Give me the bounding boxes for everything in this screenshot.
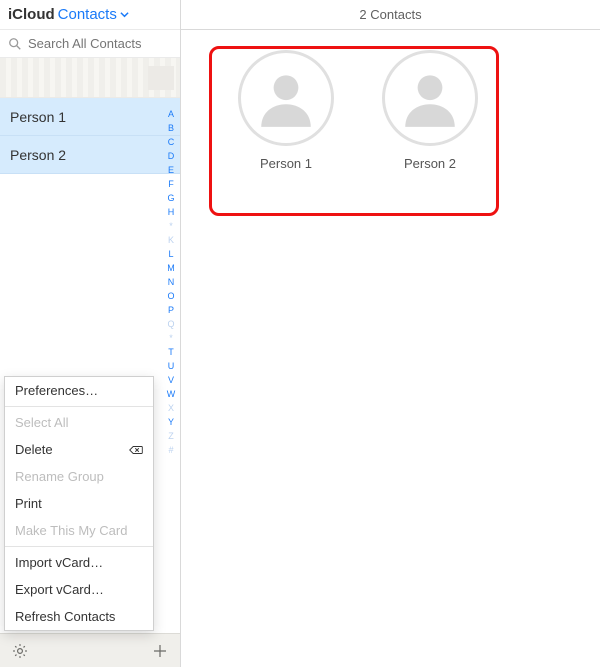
alpha-index-letter[interactable]: Y <box>168 416 174 428</box>
alpha-index[interactable]: ABCDEFGH * KLMNOPQ * TUVWXYZ # <box>164 108 178 456</box>
menu-label: Preferences… <box>15 383 98 398</box>
alpha-index-letter[interactable]: N <box>168 276 175 288</box>
alpha-index-letter[interactable]: V <box>168 374 174 386</box>
search-icon <box>8 37 22 51</box>
alpha-index-letter[interactable]: B <box>168 122 174 134</box>
brand-label: iCloud <box>8 6 55 23</box>
alpha-index-letter[interactable]: P <box>168 304 174 316</box>
alpha-index-letter[interactable]: H <box>168 206 175 218</box>
alpha-index-letter[interactable]: F <box>168 178 174 190</box>
alpha-index-letter[interactable]: * <box>169 332 173 344</box>
menu-label: Make This My Card <box>15 523 127 538</box>
alpha-index-letter[interactable]: Z <box>168 430 174 442</box>
contact-card-label: Person 1 <box>260 156 312 171</box>
contact-name: Person 1 <box>10 109 66 125</box>
alpha-index-letter[interactable]: L <box>168 248 173 260</box>
alpha-index-letter[interactable]: O <box>167 290 174 302</box>
delete-icon <box>129 445 143 455</box>
menu-select-all: Select All <box>5 409 153 436</box>
alpha-index-letter[interactable]: E <box>168 164 174 176</box>
chevron-down-icon <box>120 10 129 19</box>
contacts-list: Person 1 Person 2 <box>0 98 180 174</box>
alpha-index-letter[interactable]: W <box>167 388 176 400</box>
menu-refresh[interactable]: Refresh Contacts <box>5 603 153 630</box>
avatar-placeholder-icon <box>238 50 334 146</box>
section-dropdown-label: Contacts <box>58 6 117 23</box>
menu-label: Print <box>15 496 42 511</box>
avatar-placeholder-icon <box>382 50 478 146</box>
menu-delete[interactable]: Delete <box>5 436 153 463</box>
menu-label: Refresh Contacts <box>15 609 115 624</box>
gear-button[interactable] <box>10 641 30 661</box>
menu-label: Rename Group <box>15 469 104 484</box>
add-button[interactable] <box>150 641 170 661</box>
page-title: 2 Contacts <box>359 7 421 22</box>
alpha-index-letter[interactable]: K <box>168 234 174 246</box>
alpha-index-letter[interactable]: X <box>168 402 174 414</box>
content-stage: Person 1 Person 2 <box>181 30 600 667</box>
main-panel: 2 Contacts Person 1 Person 2 <box>181 0 600 667</box>
contact-card[interactable]: Person 2 <box>375 50 485 171</box>
menu-separator <box>5 406 153 407</box>
sidebar: iCloud Contacts Person 1 Person 2 ABCDEF… <box>0 0 181 667</box>
alpha-index-letter[interactable]: U <box>168 360 175 372</box>
sidebar-header[interactable]: iCloud Contacts <box>0 0 180 30</box>
menu-rename-group: Rename Group <box>5 463 153 490</box>
search-input[interactable] <box>28 36 172 51</box>
menu-make-card: Make This My Card <box>5 517 153 544</box>
menu-label: Delete <box>15 442 53 457</box>
alpha-index-letter[interactable]: # <box>168 444 173 456</box>
contact-card[interactable]: Person 1 <box>231 50 341 171</box>
menu-separator <box>5 546 153 547</box>
sidebar-footer <box>0 633 180 667</box>
menu-label: Export vCard… <box>15 582 104 597</box>
menu-preferences[interactable]: Preferences… <box>5 377 153 404</box>
alpha-index-letter[interactable]: G <box>167 192 174 204</box>
redacted-contact-row[interactable] <box>0 58 180 98</box>
menu-label: Import vCard… <box>15 555 103 570</box>
contact-row[interactable]: Person 1 <box>0 98 180 136</box>
app-root: iCloud Contacts Person 1 Person 2 ABCDEF… <box>0 0 600 667</box>
alpha-index-letter[interactable]: C <box>168 136 175 148</box>
contact-card-label: Person 2 <box>404 156 456 171</box>
menu-export-vcard[interactable]: Export vCard… <box>5 576 153 603</box>
contact-row[interactable]: Person 2 <box>0 136 180 174</box>
alpha-index-letter[interactable]: Q <box>167 318 174 330</box>
alpha-index-letter[interactable]: D <box>168 150 175 162</box>
alpha-index-letter[interactable]: * <box>169 220 173 232</box>
settings-menu: Preferences… Select All Delete Rename Gr… <box>4 376 154 631</box>
alpha-index-letter[interactable]: M <box>167 262 175 274</box>
contact-cards: Person 1 Person 2 <box>231 50 600 171</box>
menu-label: Select All <box>15 415 68 430</box>
menu-import-vcard[interactable]: Import vCard… <box>5 549 153 576</box>
menu-print[interactable]: Print <box>5 490 153 517</box>
alpha-index-letter[interactable]: A <box>168 108 174 120</box>
contact-name: Person 2 <box>10 147 66 163</box>
main-header: 2 Contacts <box>181 0 600 30</box>
alpha-index-letter[interactable]: T <box>168 346 174 358</box>
search-bar[interactable] <box>0 30 180 58</box>
